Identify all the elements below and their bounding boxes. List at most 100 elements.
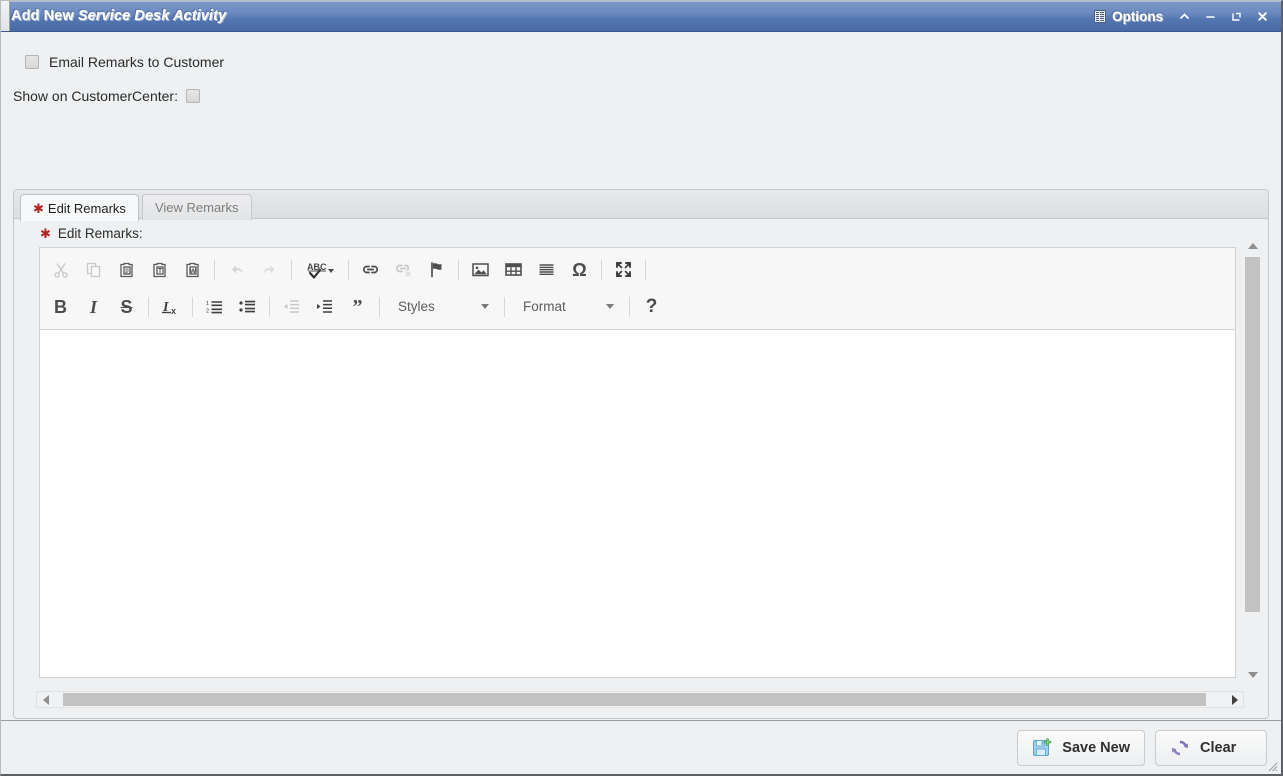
window-title: Add New Service Desk Activity <box>11 8 226 24</box>
svg-text:W: W <box>190 268 196 275</box>
cut-icon[interactable] <box>47 256 74 283</box>
italic-icon[interactable]: I <box>80 293 107 320</box>
options-button[interactable]: Options <box>1090 7 1171 26</box>
chevron-down-icon <box>606 304 614 309</box>
svg-text:1: 1 <box>206 301 209 307</box>
horizontal-scrollbar[interactable] <box>36 691 1244 708</box>
toolbar-separator <box>291 259 292 280</box>
collapse-button[interactable] <box>1171 4 1197 28</box>
styles-dropdown-value: Styles <box>398 299 435 314</box>
email-remarks-label: Email Remarks to Customer <box>49 54 225 70</box>
tab-strip: ✱ Edit Remarks View Remarks <box>14 190 1268 221</box>
link-icon[interactable] <box>357 256 384 283</box>
toolbar-separator <box>379 296 380 317</box>
maximize-icon[interactable] <box>610 256 637 283</box>
save-new-button-label: Save New <box>1062 739 1130 756</box>
toolbar-separator <box>148 296 149 317</box>
image-icon[interactable] <box>467 256 494 283</box>
outdent-icon[interactable] <box>278 293 305 320</box>
clear-button-label: Clear <box>1200 739 1237 756</box>
format-dropdown[interactable]: Format <box>513 294 621 320</box>
clear-refresh-icon <box>1170 738 1190 758</box>
bold-icon[interactable]: B <box>47 293 74 320</box>
vertical-scroll-thumb[interactable] <box>1245 257 1260 612</box>
close-button[interactable] <box>1249 4 1275 28</box>
paste-text-icon[interactable]: T <box>146 256 173 283</box>
copy-icon[interactable] <box>80 256 107 283</box>
undo-icon[interactable] <box>223 256 250 283</box>
show-on-customercenter-row: Show on CustomerCenter: <box>13 88 1269 104</box>
window-title-emphasis: Service Desk Activity <box>77 8 227 24</box>
bulleted-list-icon[interactable] <box>234 293 261 320</box>
email-remarks-checkbox[interactable] <box>25 55 39 69</box>
save-new-button[interactable]: Save New <box>1017 729 1145 766</box>
chevron-down-icon <box>481 304 489 309</box>
scroll-right-icon[interactable] <box>1226 692 1243 707</box>
rich-text-editor: T W ABC Ω B I S I x 1 2 ” Styles Format … <box>39 247 1236 678</box>
paste-word-icon[interactable]: W <box>179 256 206 283</box>
titlebar-controls: Options <box>1090 4 1275 28</box>
minimize-button[interactable] <box>1197 4 1223 28</box>
tab-edit-remarks[interactable]: ✱ Edit Remarks <box>20 194 139 221</box>
about-editor-icon[interactable]: ? <box>638 293 665 320</box>
scroll-down-icon[interactable] <box>1244 668 1261 682</box>
scroll-up-icon[interactable] <box>1244 239 1261 253</box>
show-on-customercenter-label: Show on CustomerCenter: <box>13 88 178 104</box>
toolbar-separator <box>629 296 630 317</box>
editor-content-area[interactable] <box>40 334 1235 677</box>
toolbar-separator <box>214 259 215 280</box>
toolbar-separator <box>348 259 349 280</box>
svg-text:T: T <box>157 268 162 275</box>
anchor-icon[interactable] <box>423 256 450 283</box>
editor-toolbar-row-1: T W ABC Ω <box>44 251 1231 288</box>
toolbar-separator <box>645 259 646 280</box>
toolbar-separator <box>458 259 459 280</box>
restore-button[interactable] <box>1223 4 1249 28</box>
edit-remarks-label-text: Edit Remarks: <box>57 226 143 241</box>
horizontal-rule-icon[interactable] <box>533 256 560 283</box>
dialog-footer: Save New Clear <box>1 720 1281 774</box>
resize-grip[interactable] <box>1265 759 1278 772</box>
required-asterisk-icon: ✱ <box>33 200 44 216</box>
edit-remarks-field-label: ✱ Edit Remarks: <box>40 226 143 241</box>
table-icon[interactable] <box>500 256 527 283</box>
format-dropdown-value: Format <box>523 299 566 314</box>
remarks-tab-panel: ✱ Edit Remarks View Remarks ✱ Edit Remar… <box>13 189 1269 719</box>
unlink-icon[interactable] <box>390 256 417 283</box>
about-editor-label: ? <box>645 296 658 317</box>
window-titlebar[interactable]: Add New Service Desk Activity Options <box>1 1 1281 32</box>
toolbar-separator <box>192 296 193 317</box>
tab-edit-remarks-label: Edit Remarks <box>47 200 126 216</box>
tab-view-remarks[interactable]: View Remarks <box>141 194 252 220</box>
styles-dropdown[interactable]: Styles <box>388 294 496 320</box>
paste-icon[interactable] <box>113 256 140 283</box>
spellcheck-icon[interactable]: ABC <box>300 256 340 283</box>
scroll-left-icon[interactable] <box>37 692 54 707</box>
remove-format-icon[interactable]: I x <box>157 293 184 320</box>
editor-toolbar: T W ABC Ω B I S I x 1 2 ” Styles Format … <box>40 248 1235 330</box>
options-list-icon <box>1094 9 1106 23</box>
blockquote-icon[interactable]: ” <box>344 293 371 320</box>
options-button-label: Options <box>1112 8 1163 24</box>
tab-panel-body: ✱ Edit Remarks: T W ABC Ω B I S I x 1 2 … <box>14 219 1268 718</box>
toolbar-separator <box>269 296 270 317</box>
editor-toolbar-row-2: B I S I x 1 2 ” Styles Format ? <box>44 288 1231 325</box>
tab-view-remarks-label: View Remarks <box>154 200 239 215</box>
save-new-icon <box>1032 737 1052 758</box>
vertical-scrollbar[interactable] <box>1244 239 1261 682</box>
strikethrough-icon[interactable]: S <box>113 293 140 320</box>
dialog-body: Email Remarks to Customer Show on Custom… <box>1 32 1281 774</box>
special-char-icon[interactable]: Ω <box>566 256 593 283</box>
indent-icon[interactable] <box>311 293 338 320</box>
show-on-customercenter-checkbox[interactable] <box>185 89 200 103</box>
dialog-window: Add New Service Desk Activity Options Em… <box>0 0 1283 776</box>
clear-button[interactable]: Clear <box>1155 729 1267 766</box>
window-title-prefix: Add New <box>11 8 74 24</box>
toolbar-separator <box>601 259 602 280</box>
redo-icon[interactable] <box>256 256 283 283</box>
toolbar-separator <box>504 296 505 317</box>
numbered-list-icon[interactable]: 1 2 <box>201 293 228 320</box>
email-remarks-row: Email Remarks to Customer <box>25 54 1269 70</box>
svg-text:x: x <box>171 306 176 316</box>
horizontal-scroll-thumb[interactable] <box>63 693 1206 706</box>
